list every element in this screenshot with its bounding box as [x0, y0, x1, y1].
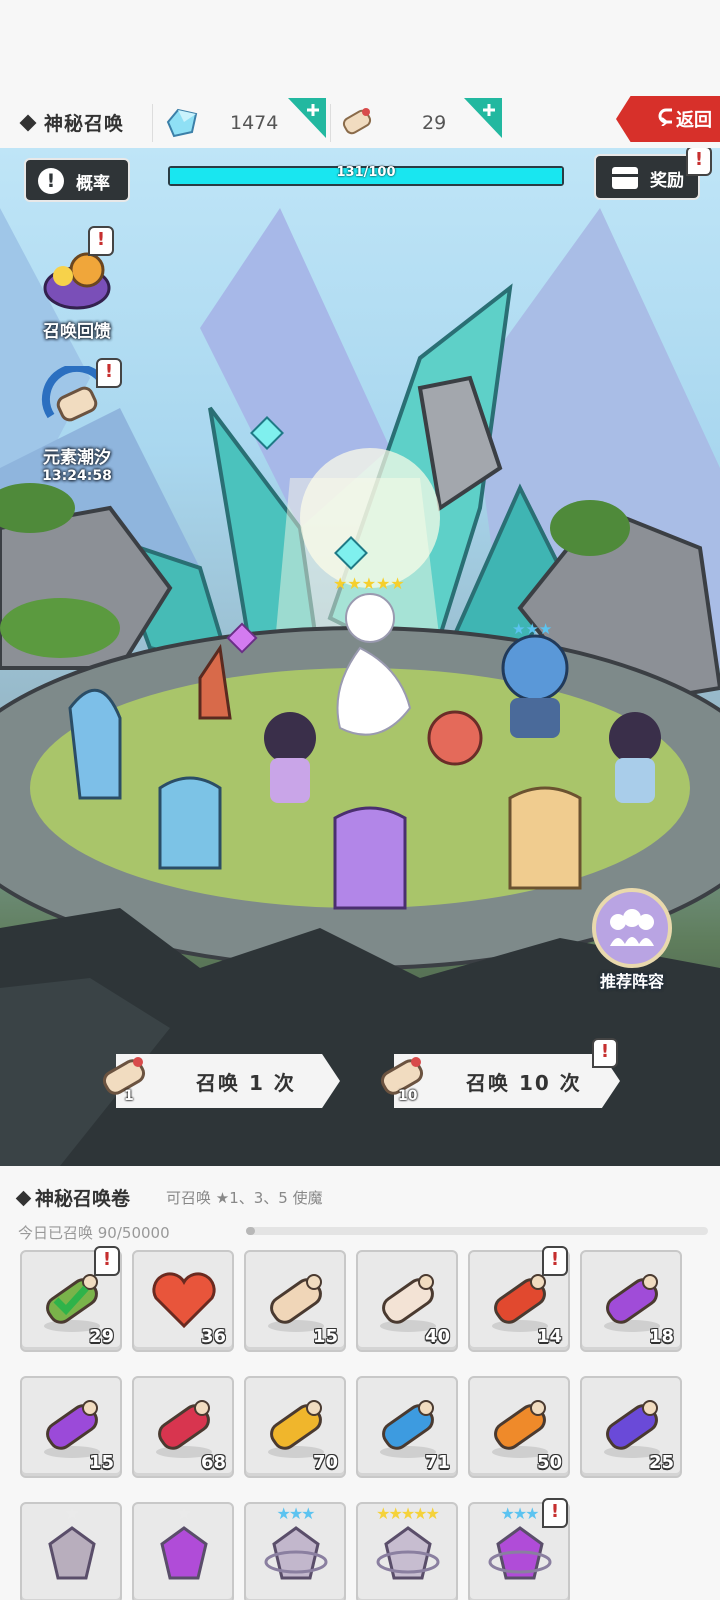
reward-alert-badge: !: [686, 148, 712, 176]
probability-label: 概率: [76, 174, 110, 194]
svg-text:★★★★★: ★★★★★: [333, 574, 405, 593]
star-rating: ★★★: [276, 1504, 315, 1523]
scroll-item-grey-shard[interactable]: ★: [20, 1502, 122, 1600]
item-count: 40: [424, 1326, 450, 1347]
summon-ten-cost-value: 10: [398, 1088, 418, 1104]
elemental-tide-timer: 13:24:58: [42, 468, 112, 484]
status-bar-area: [0, 0, 720, 96]
scroll-item-fire-scroll[interactable]: 14!: [468, 1246, 570, 1352]
summon-scroll-panel: 神秘召唤卷 可召唤 ★1、3、5 使魔 今日已召唤 90/50000 29! 36…: [0, 1166, 720, 1600]
item-alert-badge: !: [94, 1246, 120, 1276]
scroll-item-check-scroll[interactable]: 29!: [20, 1246, 122, 1352]
add-scroll-button[interactable]: [464, 98, 502, 138]
panel-title: 神秘召唤卷: [15, 1184, 131, 1211]
summon-feedback-alert: !: [88, 226, 114, 256]
item-count: 50: [536, 1452, 562, 1473]
elemental-tide-label: 元素潮汐: [43, 448, 111, 468]
item-alert-badge: !: [542, 1246, 568, 1276]
back-button[interactable]: 返回: [616, 96, 720, 142]
scroll-item-white-scroll-pink[interactable]: 40: [356, 1250, 458, 1352]
return-arrow-icon: [658, 108, 672, 126]
summon-ten-alert: !: [592, 1038, 618, 1068]
add-crystal-button[interactable]: [288, 98, 326, 138]
scroll-item-violet-scroll[interactable]: 15: [20, 1376, 122, 1478]
purple-shard-icon: [160, 1526, 208, 1580]
group-icon: [610, 909, 654, 946]
star-rating: ★★★★★: [376, 1504, 440, 1523]
item-count: 29: [88, 1326, 114, 1347]
scroll-item-orange-scroll[interactable]: 50: [468, 1376, 570, 1478]
ring-shard-5-icon: [376, 1526, 440, 1580]
page-title: 神秘召唤: [19, 109, 125, 136]
summon-feedback-label: 召唤回馈: [43, 322, 111, 342]
top-bar: 神秘召唤 1474 29: [0, 96, 720, 150]
probability-button[interactable]: ! 概率: [24, 158, 130, 202]
ring-shard-3-icon: [264, 1526, 328, 1580]
summon-scene: ★★★★★ ★★★ ! 概率 131/100 奖励 ! 召唤回馈 ! 元素潮汐 …: [0, 148, 720, 1166]
today-summon-fill: [246, 1227, 256, 1235]
item-count: 15: [88, 1452, 114, 1473]
recommended-lineup-button[interactable]: 推荐阵容: [584, 888, 680, 992]
summon-ten-label: 召唤 10 次: [466, 1071, 582, 1095]
summon-progress-bar: 131/100: [168, 165, 564, 186]
star-rating: ★: [64, 1504, 79, 1523]
summon-once-cost: 1: [96, 1048, 154, 1106]
summon-once-label: 召唤 1 次: [196, 1071, 296, 1095]
item-count: 18: [648, 1326, 674, 1347]
crystal-resource: 1474: [162, 98, 326, 144]
scroll-resource: 29: [338, 98, 502, 144]
svg-text:★★★: ★★★: [512, 620, 552, 638]
scroll-item-ring-shard-3[interactable]: ★★★: [244, 1502, 346, 1600]
summon-ten-cost: 10: [374, 1048, 432, 1106]
diamond-icon: [15, 1190, 32, 1207]
item-count: 36: [200, 1326, 226, 1347]
scroll-item-purple-shard[interactable]: ★: [132, 1502, 234, 1600]
recommended-lineup-label: 推荐阵容: [599, 972, 664, 991]
scroll-icon: [342, 108, 372, 135]
scroll-item-gold-scroll[interactable]: 70: [244, 1376, 346, 1478]
item-count: 68: [200, 1452, 226, 1473]
warning-icon: !: [38, 168, 64, 194]
item-count: 14: [536, 1326, 562, 1347]
summon-once-cost-value: 1: [124, 1088, 134, 1104]
scroll-item-blue-scroll[interactable]: 71: [356, 1376, 458, 1478]
today-summon-bar: [246, 1227, 708, 1235]
back-label: 返回: [676, 110, 712, 131]
crystal-count: 1474: [230, 112, 279, 134]
scroll-item-ring-shard-5[interactable]: ★★★★★: [356, 1502, 458, 1600]
item-count: 15: [312, 1326, 338, 1347]
lineup-icon: [592, 888, 672, 968]
scroll-item-purple-scroll[interactable]: 18: [580, 1250, 682, 1352]
item-count: 71: [424, 1452, 450, 1473]
scroll-item-white-scroll-ribbon[interactable]: 15: [244, 1250, 346, 1352]
diamond-icon: [19, 114, 37, 132]
panel-subtitle: 可召唤 ★1、3、5 使魔: [166, 1189, 323, 1207]
crystal-icon: [166, 108, 198, 138]
panel-title-text: 神秘召唤卷: [35, 1188, 131, 1210]
progress-text: 131/100: [336, 165, 396, 180]
page-title-text: 神秘召唤: [44, 113, 125, 135]
scroll-item-indigo-scroll[interactable]: 25: [580, 1376, 682, 1478]
star-rating: ★: [176, 1504, 191, 1523]
item-count: 25: [648, 1452, 674, 1473]
scroll-item-ring-shard-purple[interactable]: ★★★!: [468, 1498, 570, 1600]
scroll-item-red-scroll[interactable]: 68: [132, 1376, 234, 1478]
divider: [152, 104, 153, 142]
divider: [330, 104, 331, 142]
scroll-count: 29: [422, 112, 447, 134]
item-alert-badge: !: [542, 1498, 568, 1528]
reward-button[interactable]: 奖励: [594, 154, 700, 200]
item-count: 70: [312, 1452, 338, 1473]
scroll-item-heart[interactable]: 36: [132, 1250, 234, 1352]
gift-icon: [612, 167, 638, 189]
elemental-tide-alert: !: [96, 358, 122, 388]
grey-shard-icon: [48, 1526, 96, 1580]
today-summon-count: 今日已召唤 90/50000: [18, 1224, 170, 1242]
reward-label: 奖励: [650, 171, 684, 191]
